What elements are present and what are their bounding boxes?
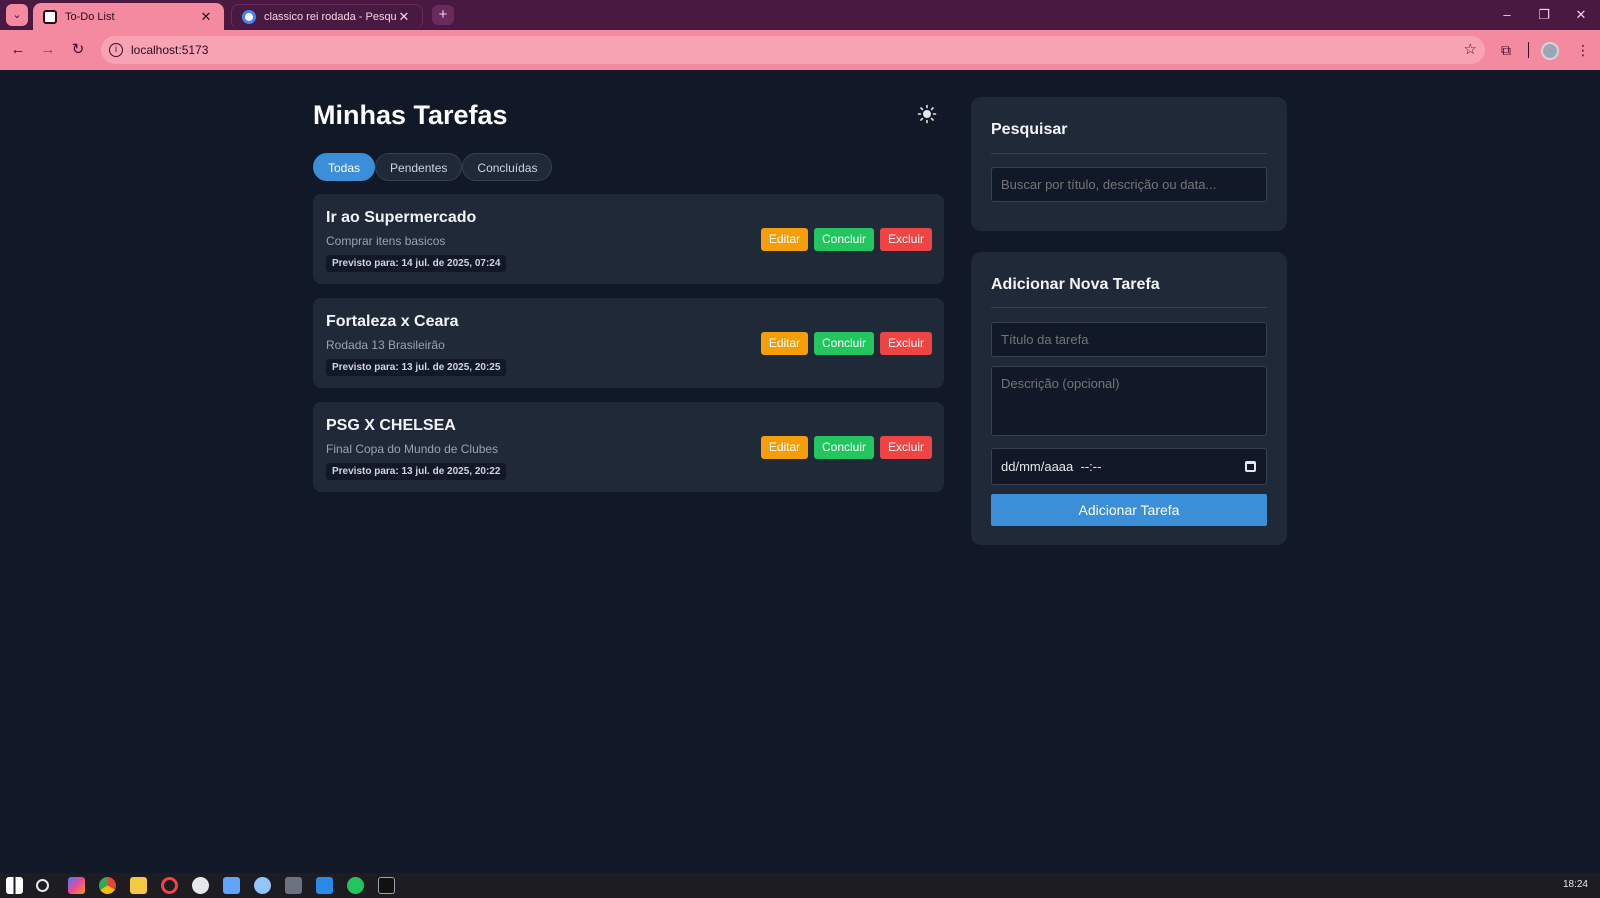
- filter-pending[interactable]: Pendentes: [375, 153, 463, 181]
- todo-favicon-icon: [43, 9, 57, 24]
- terminal-icon[interactable]: [378, 877, 395, 894]
- google-favicon-icon: [242, 10, 256, 24]
- tab-title: classico rei rodada - Pesquisa G: [264, 11, 396, 23]
- tab-search-chevron-icon[interactable]: ⌄: [6, 4, 28, 26]
- task-description: Rodada 13 Brasileirão: [326, 338, 445, 352]
- browser-toolbar: ← → ↻ i localhost:5173 ☆ ⧉ ⋮: [0, 30, 1600, 70]
- delete-button[interactable]: Excluir: [880, 436, 932, 459]
- app-icon[interactable]: [285, 877, 302, 894]
- calendar-icon[interactable]: [1245, 461, 1256, 472]
- toolbar-divider: [1528, 42, 1529, 58]
- task-description-textarea[interactable]: [991, 366, 1267, 436]
- reload-icon[interactable]: ↻: [67, 39, 89, 61]
- windows-start-icon[interactable]: [6, 877, 23, 894]
- filter-all[interactable]: Todas: [313, 153, 376, 181]
- complete-button[interactable]: Concluir: [814, 228, 874, 251]
- edit-button[interactable]: Editar: [761, 436, 808, 459]
- task-title-input[interactable]: [991, 322, 1267, 357]
- browser-tab-search[interactable]: classico rei rodada - Pesquisa G ✕: [231, 4, 423, 29]
- add-task-panel: Adicionar Nova Tarefa dd/mm/aaaa --:-- A…: [971, 252, 1287, 545]
- tab-title: To-Do List: [65, 10, 115, 23]
- task-due-date: Previsto para: 13 jul. de 2025, 20:22: [326, 463, 507, 480]
- task-title: PSG X CHELSEA: [326, 417, 456, 434]
- chrome-icon[interactable]: [99, 877, 116, 894]
- filter-tabs: Todas Pendentes Concluídas: [313, 153, 553, 181]
- task-due-date: Previsto para: 14 jul. de 2025, 07:24: [326, 255, 507, 272]
- xbox-icon[interactable]: [347, 877, 364, 894]
- search-heading: Pesquisar: [991, 121, 1068, 138]
- divider: [991, 307, 1267, 308]
- site-info-icon[interactable]: i: [109, 43, 123, 57]
- forward-arrow-icon[interactable]: →: [37, 39, 59, 61]
- address-bar[interactable]: i localhost:5173 ☆: [101, 36, 1485, 64]
- filter-completed[interactable]: Concluídas: [462, 153, 553, 181]
- bookmark-star-icon[interactable]: ☆: [1464, 40, 1477, 58]
- task-card: Ir ao Supermercado Comprar itens basicos…: [313, 194, 944, 284]
- url-text: localhost:5173: [131, 43, 209, 57]
- complete-button[interactable]: Concluir: [814, 436, 874, 459]
- file-explorer-icon[interactable]: [130, 877, 147, 894]
- task-title: Fortaleza x Ceara: [326, 313, 459, 330]
- divider: [991, 153, 1267, 154]
- search-icon[interactable]: [36, 879, 49, 892]
- opera-icon[interactable]: [161, 877, 178, 894]
- profile-avatar[interactable]: [1541, 42, 1559, 60]
- tab-close-icon[interactable]: ✕: [198, 9, 214, 25]
- add-task-heading: Adicionar Nova Tarefa: [991, 276, 1160, 293]
- task-title: Ir ao Supermercado: [326, 209, 477, 226]
- menu-kebab-icon[interactable]: ⋮: [1572, 39, 1594, 61]
- os-taskbar: 18:24: [0, 873, 1600, 898]
- due-datetime-input[interactable]: dd/mm/aaaa --:--: [991, 448, 1267, 485]
- search-input[interactable]: [991, 167, 1267, 202]
- add-task-button[interactable]: Adicionar Tarefa: [991, 494, 1267, 526]
- sun-icon[interactable]: [917, 104, 937, 124]
- delete-button[interactable]: Excluir: [880, 332, 932, 355]
- steam-icon[interactable]: [254, 877, 271, 894]
- copilot-icon[interactable]: [68, 877, 85, 894]
- tab-close-icon[interactable]: ✕: [396, 9, 412, 25]
- browser-tab-bar: ⌄ To-Do List ✕ classico rei rodada - Pes…: [0, 0, 1600, 30]
- task-card: PSG X CHELSEA Final Copa do Mundo de Clu…: [313, 402, 944, 492]
- restore-icon[interactable]: ❐: [1525, 0, 1563, 30]
- datetime-value: dd/mm/aaaa --:--: [1001, 459, 1102, 474]
- complete-button[interactable]: Concluir: [814, 332, 874, 355]
- edit-button[interactable]: Editar: [761, 332, 808, 355]
- task-description: Final Copa do Mundo de Clubes: [326, 442, 499, 456]
- close-window-icon[interactable]: ✕: [1562, 0, 1600, 30]
- page-title: Minhas Tarefas: [313, 100, 508, 130]
- new-tab-plus-icon[interactable]: +: [432, 5, 454, 25]
- github-icon[interactable]: [192, 877, 209, 894]
- vscode-icon[interactable]: [316, 877, 333, 894]
- task-due-date: Previsto para: 13 jul. de 2025, 20:25: [326, 359, 507, 376]
- app-icon[interactable]: [223, 877, 240, 894]
- minimize-icon[interactable]: –: [1488, 0, 1526, 30]
- edit-button[interactable]: Editar: [761, 228, 808, 251]
- system-clock: 18:24: [1562, 879, 1588, 890]
- back-arrow-icon[interactable]: ←: [7, 39, 29, 61]
- browser-tab-todo[interactable]: To-Do List ✕: [33, 3, 224, 30]
- task-description: Comprar itens basicos: [326, 234, 446, 248]
- delete-button[interactable]: Excluir: [880, 228, 932, 251]
- extensions-puzzle-icon[interactable]: ⧉: [1495, 39, 1517, 61]
- search-panel: Pesquisar: [971, 97, 1287, 231]
- task-card: Fortaleza x Ceara Rodada 13 Brasileirão …: [313, 298, 944, 388]
